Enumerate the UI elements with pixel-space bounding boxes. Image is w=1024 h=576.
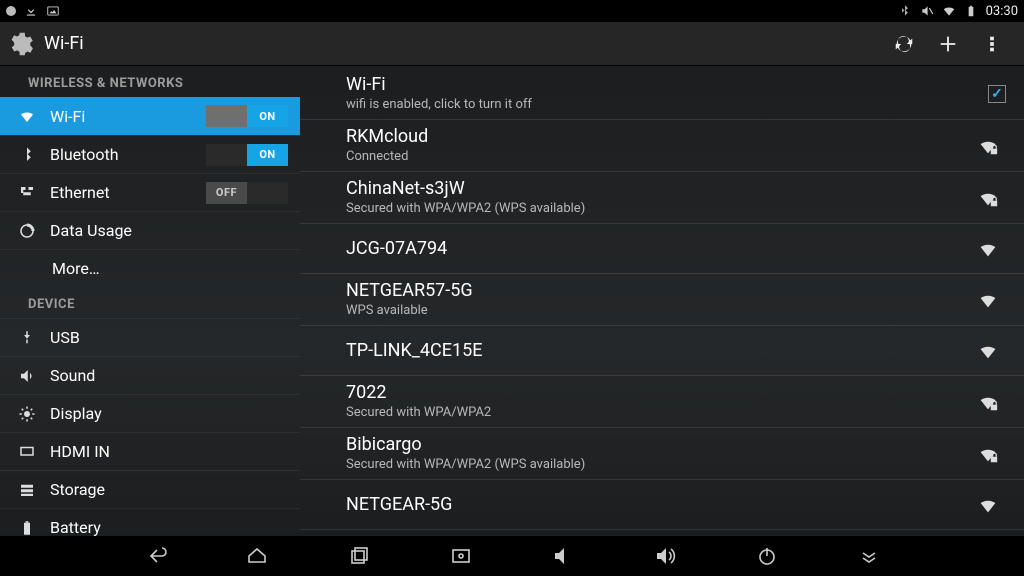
wifi-signal-icon bbox=[970, 443, 1006, 465]
section-header-wireless: WIRELESS & NETWORKS bbox=[0, 66, 300, 97]
sidebar-item-label: HDMI IN bbox=[50, 442, 288, 461]
wifi-master-toggle-row[interactable]: Wi-Fi wifi is enabled, click to turn it … bbox=[300, 68, 1024, 120]
sidebar-item-wifi[interactable]: Wi-Fi ON bbox=[0, 97, 300, 135]
wifi-ssid: 7022 bbox=[346, 382, 970, 404]
wifi-ssid: NETGEAR-5G bbox=[346, 494, 970, 516]
sidebar-item-data-usage[interactable]: Data Usage bbox=[0, 211, 300, 249]
wifi-icon bbox=[14, 107, 40, 125]
status-bar: 03:30 bbox=[0, 0, 1024, 22]
sidebar-item-label: More… bbox=[52, 259, 288, 278]
sidebar-item-label: Data Usage bbox=[50, 221, 288, 240]
volume-up-button[interactable] bbox=[645, 536, 685, 576]
system-nav-bar bbox=[0, 536, 1024, 576]
hdmi-icon bbox=[14, 443, 40, 461]
picture-icon bbox=[46, 4, 60, 18]
sidebar-item-label: Display bbox=[50, 404, 288, 423]
ethernet-toggle[interactable]: OFF bbox=[206, 182, 288, 204]
wifi-network-row[interactable]: ChinaNet-s3jWSecured with WPA/WPA2 (WPS … bbox=[300, 172, 1024, 224]
settings-sidebar: WIRELESS & NETWORKS Wi-Fi ON Bluetooth O… bbox=[0, 66, 300, 536]
wifi-signal-icon bbox=[970, 391, 1006, 413]
wifi-network-row[interactable]: 7022Secured with WPA/WPA2 bbox=[300, 376, 1024, 428]
sidebar-item-ethernet[interactable]: Ethernet OFF bbox=[0, 173, 300, 211]
wifi-status-icon bbox=[942, 4, 956, 18]
download-icon bbox=[24, 4, 38, 18]
settings-app-icon bbox=[6, 29, 36, 59]
sidebar-item-label: Storage bbox=[50, 480, 288, 499]
bluetooth-status-icon bbox=[898, 4, 912, 18]
power-button[interactable] bbox=[747, 536, 787, 576]
sound-icon bbox=[14, 367, 40, 385]
wifi-ssid: Bibicargo bbox=[346, 434, 970, 456]
recent-apps-button[interactable] bbox=[339, 536, 379, 576]
wifi-signal-icon bbox=[970, 289, 1006, 311]
sidebar-item-display[interactable]: Display bbox=[0, 394, 300, 432]
data-usage-icon bbox=[14, 222, 40, 240]
sidebar-item-sound[interactable]: Sound bbox=[0, 356, 300, 394]
sidebar-item-label: USB bbox=[50, 328, 288, 347]
sidebar-item-more[interactable]: More… bbox=[0, 249, 300, 287]
wifi-ssid: ChinaNet-s3jW bbox=[346, 178, 970, 200]
sidebar-item-usb[interactable]: USB bbox=[0, 318, 300, 356]
mute-icon bbox=[920, 4, 934, 18]
wifi-master-subtitle: wifi is enabled, click to turn it off bbox=[346, 97, 988, 113]
wifi-network-row[interactable]: NETGEAR57-5GWPS available bbox=[300, 274, 1024, 326]
battery-status-icon bbox=[964, 4, 978, 18]
sidebar-item-label: Bluetooth bbox=[50, 145, 206, 164]
ethernet-icon bbox=[14, 184, 40, 202]
usb-icon bbox=[14, 329, 40, 347]
sidebar-item-label: Ethernet bbox=[50, 183, 206, 202]
wifi-signal-icon bbox=[970, 238, 1006, 260]
sidebar-item-label: Sound bbox=[50, 366, 288, 385]
wifi-network-row[interactable]: NETGEAR-5G bbox=[300, 480, 1024, 530]
wifi-status-text: Secured with WPA/WPA2 (WPS available) bbox=[346, 201, 970, 217]
overflow-menu-button[interactable] bbox=[970, 22, 1014, 66]
bluetooth-toggle[interactable]: ON bbox=[206, 144, 288, 166]
add-network-button[interactable] bbox=[926, 22, 970, 66]
bluetooth-icon bbox=[14, 146, 40, 164]
sidebar-item-battery[interactable]: Battery bbox=[0, 508, 300, 536]
display-icon bbox=[14, 405, 40, 423]
wifi-toggle[interactable]: ON bbox=[206, 105, 288, 127]
sidebar-item-bluetooth[interactable]: Bluetooth ON bbox=[0, 135, 300, 173]
wifi-network-row[interactable]: JCG-07A794 bbox=[300, 224, 1024, 274]
wifi-ssid: RKMcloud bbox=[346, 126, 970, 148]
wifi-signal-icon bbox=[970, 187, 1006, 209]
storage-icon bbox=[14, 481, 40, 499]
action-bar: Wi-Fi bbox=[0, 22, 1024, 66]
wifi-status-text: Connected bbox=[346, 149, 970, 165]
wifi-signal-icon bbox=[970, 135, 1006, 157]
refresh-wps-button[interactable] bbox=[882, 22, 926, 66]
volume-down-button[interactable] bbox=[543, 536, 583, 576]
clock: 03:30 bbox=[986, 4, 1018, 19]
home-button[interactable] bbox=[237, 536, 277, 576]
wifi-network-list: Wi-Fi wifi is enabled, click to turn it … bbox=[300, 66, 1024, 536]
page-title: Wi-Fi bbox=[44, 33, 84, 54]
wifi-status-text: WPS available bbox=[346, 303, 970, 319]
wifi-status-text: Secured with WPA/WPA2 bbox=[346, 405, 970, 421]
wifi-master-checkbox[interactable] bbox=[988, 85, 1006, 103]
notification-dot-icon bbox=[6, 6, 16, 16]
back-button[interactable] bbox=[135, 536, 175, 576]
wifi-network-row[interactable]: TP-LINK_4CE15E bbox=[300, 326, 1024, 376]
wifi-status-text: Secured with WPA/WPA2 (WPS available) bbox=[346, 457, 970, 473]
wifi-network-row[interactable]: BibicargoSecured with WPA/WPA2 (WPS avai… bbox=[300, 428, 1024, 480]
sidebar-item-label: Battery bbox=[50, 518, 288, 536]
wifi-signal-icon bbox=[970, 340, 1006, 362]
sidebar-item-hdmi[interactable]: HDMI IN bbox=[0, 432, 300, 470]
wifi-master-title: Wi-Fi bbox=[346, 74, 988, 96]
wifi-network-row[interactable]: RKMcloudConnected bbox=[300, 120, 1024, 172]
collapse-button[interactable] bbox=[849, 536, 889, 576]
sidebar-item-label: Wi-Fi bbox=[50, 107, 206, 126]
wifi-ssid: TP-LINK_4CE15E bbox=[346, 340, 970, 362]
sidebar-item-storage[interactable]: Storage bbox=[0, 470, 300, 508]
wifi-ssid: NETGEAR57-5G bbox=[346, 280, 970, 302]
screenshot-button[interactable] bbox=[441, 536, 481, 576]
battery-icon bbox=[14, 519, 40, 537]
section-header-device: DEVICE bbox=[0, 287, 300, 318]
wifi-signal-icon bbox=[970, 494, 1006, 516]
wifi-ssid: JCG-07A794 bbox=[346, 238, 970, 260]
